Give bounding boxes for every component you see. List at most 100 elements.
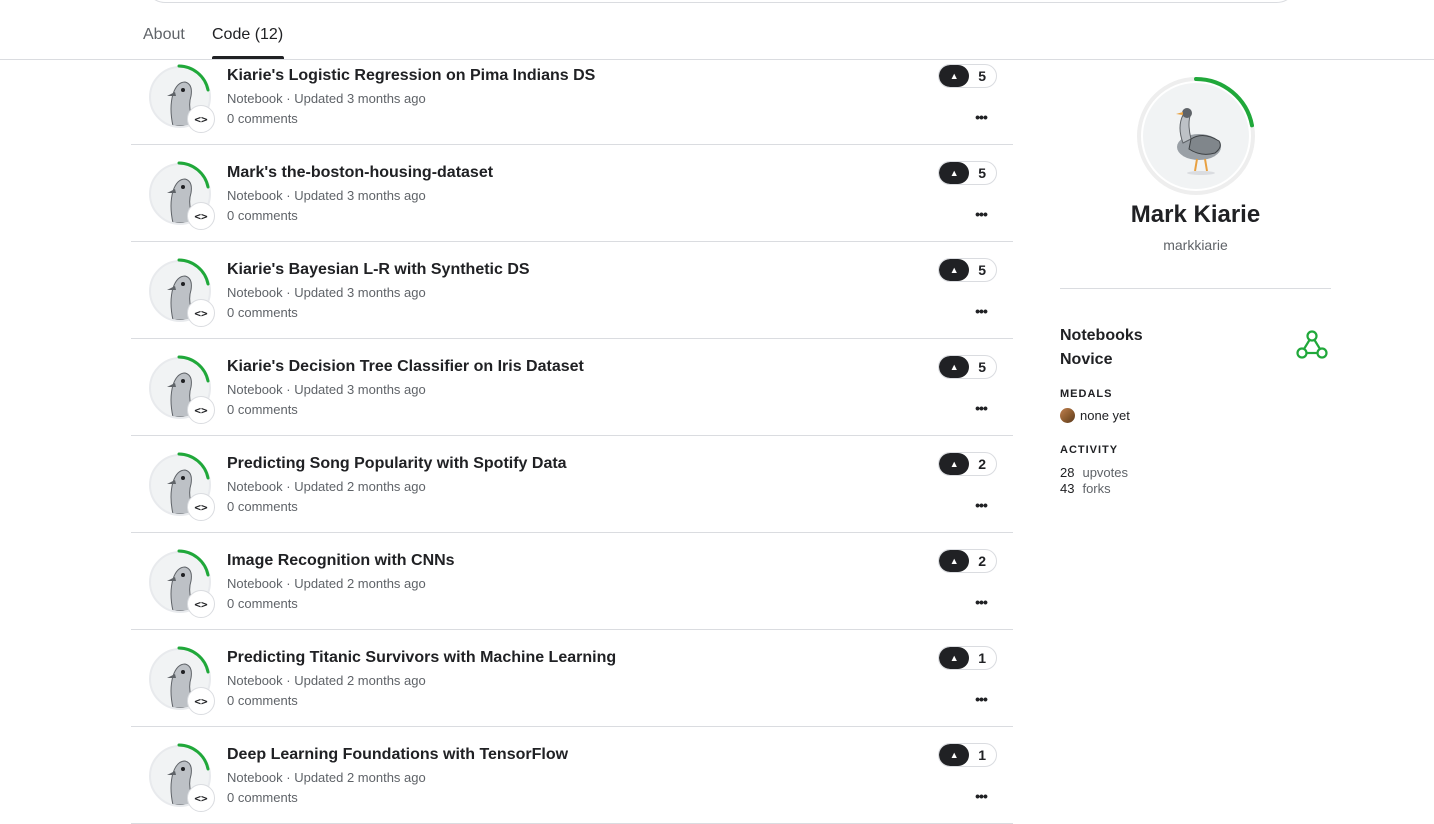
notebook-comments[interactable]: 0 comments [227,596,298,611]
notebook-row[interactable]: <> Mark's the-boston-housing-dataset Noteb… [131,145,1013,242]
vote-count: 2 [978,553,986,569]
notebook-title[interactable]: Kiarie's Decision Tree Classifier on Iri… [227,358,584,376]
more-options-icon[interactable]: ••• [973,303,989,319]
profile-avatar[interactable] [1135,75,1257,197]
tab-about[interactable]: About [143,26,185,44]
tab-code[interactable]: Code (12) [212,26,283,44]
upvotes-count: 28 [1060,465,1075,480]
notebook-row[interactable]: <> Deep Learning Foundations with TensorF… [131,727,1013,824]
notebook-thumbnail[interactable]: <> [147,258,215,327]
forks-label: forks [1082,481,1111,496]
notebook-row[interactable]: <> Kiarie's Decision Tree Classifier on I… [131,339,1013,436]
notebook-row[interactable]: <> Kiarie's Logistic Regression on Pima I… [131,61,1013,145]
notebook-thumbnail[interactable]: <> [147,64,215,133]
tier-category: Notebooks [1060,327,1143,344]
progress-arc [177,161,210,189]
upvote-icon[interactable]: ▲ [939,356,970,378]
medal-icon [1060,408,1075,423]
upvote-icon[interactable]: ▲ [939,162,970,184]
vote-count: 2 [978,456,986,472]
more-options-icon[interactable]: ••• [973,400,989,416]
notebook-row[interactable]: <> Predicting Titanic Survivors with Mach… [131,630,1013,727]
more-options-icon[interactable]: ••• [973,788,989,804]
notebook-thumbnail[interactable]: <> [147,452,215,521]
more-options-icon[interactable]: ••• [973,497,989,513]
active-tab-indicator [212,56,284,59]
medals-row: none yet [1060,408,1130,423]
vote-count: 5 [978,68,986,84]
upvote-control[interactable]: ▲ 2 [938,452,997,476]
notebook-title[interactable]: Mark's the-boston-housing-dataset [227,164,493,182]
notebook-meta: Notebook · Updated 2 months ago [227,770,426,785]
progress-arc [177,258,210,286]
notebook-row[interactable]: <> Image Recognition with CNNs Notebook · … [131,533,1013,630]
upvote-control[interactable]: ▲ 1 [938,646,997,670]
tier-level: Novice [1060,351,1113,368]
notebook-row[interactable]: <> Predicting Song Popularity with Spotif… [131,436,1013,533]
notebook-comments[interactable]: 0 comments [227,790,298,805]
upvote-icon[interactable]: ▲ [939,65,970,87]
upvote-control[interactable]: ▲ 1 [938,743,997,767]
notebook-thumbnail[interactable]: <> [147,161,215,230]
notebook-title[interactable]: Image Recognition with CNNs [227,552,455,570]
vote-count: 5 [978,165,986,181]
forks-count: 43 [1060,481,1075,496]
progress-arc [177,64,210,92]
notebook-meta: Notebook · Updated 2 months ago [227,479,426,494]
profile-tabs: About Code (12) [0,0,1434,60]
upvote-control[interactable]: ▲ 5 [938,258,997,282]
upvote-icon[interactable]: ▲ [939,744,970,766]
notebook-thumbnail[interactable]: <> [147,743,215,812]
more-options-icon[interactable]: ••• [973,109,989,125]
notebook-meta: Notebook · Updated 3 months ago [227,188,426,203]
notebook-thumbnail[interactable]: <> [147,355,215,424]
tier-title: Notebooks Novice [1060,324,1143,372]
upvote-icon[interactable]: ▲ [939,647,970,669]
upvotes-label: upvotes [1082,465,1129,480]
upvote-control[interactable]: ▲ 5 [938,64,997,88]
code-icon: <> [187,202,215,230]
notebook-title[interactable]: Kiarie's Bayesian L-R with Synthetic DS [227,261,530,279]
upvote-icon[interactable]: ▲ [939,259,970,281]
code-icon: <> [187,493,215,521]
notebook-comments[interactable]: 0 comments [227,111,298,126]
upvote-control[interactable]: ▲ 5 [938,355,997,379]
vote-count: 1 [978,650,986,666]
profile-name: Mark Kiarie [1130,201,1261,228]
notebook-comments[interactable]: 0 comments [227,208,298,223]
notebook-meta: Notebook · Updated 3 months ago [227,91,426,106]
notebook-meta: Notebook · Updated 2 months ago [227,673,426,688]
upvote-control[interactable]: ▲ 5 [938,161,997,185]
notebook-list: <> Kiarie's Logistic Regression on Pima I… [131,61,1013,824]
code-icon: <> [187,687,215,715]
activity-upvotes: 28 upvotes [1060,465,1128,480]
code-icon: <> [187,784,215,812]
notebook-title[interactable]: Predicting Titanic Survivors with Machin… [227,649,616,667]
notebook-meta: Notebook · Updated 3 months ago [227,382,426,397]
vote-count: 5 [978,359,986,375]
notebook-title[interactable]: Kiarie's Logistic Regression on Pima Ind… [227,67,595,85]
avatar-image [1143,83,1249,189]
notebook-title[interactable]: Deep Learning Foundations with TensorFlo… [227,746,568,764]
upvote-control[interactable]: ▲ 2 [938,549,997,573]
notebooks-tier-icon [1296,330,1328,359]
vote-count: 5 [978,262,986,278]
notebook-comments[interactable]: 0 comments [227,402,298,417]
notebook-comments[interactable]: 0 comments [227,305,298,320]
progress-arc [177,646,210,674]
notebook-title[interactable]: Predicting Song Popularity with Spotify … [227,455,567,473]
upvote-icon[interactable]: ▲ [939,550,970,572]
more-options-icon[interactable]: ••• [973,206,989,222]
divider [1060,288,1331,289]
progress-arc [177,743,210,771]
notebook-row[interactable]: <> Kiarie's Bayesian L-R with Synthetic D… [131,242,1013,339]
notebook-thumbnail[interactable]: <> [147,549,215,618]
more-options-icon[interactable]: ••• [973,594,989,610]
profile-handle: markkiarie [1163,237,1228,253]
notebook-comments[interactable]: 0 comments [227,499,298,514]
notebook-thumbnail[interactable]: <> [147,646,215,715]
more-options-icon[interactable]: ••• [973,691,989,707]
upvote-icon[interactable]: ▲ [939,453,970,475]
notebook-comments[interactable]: 0 comments [227,693,298,708]
activity-forks: 43 forks [1060,481,1111,496]
